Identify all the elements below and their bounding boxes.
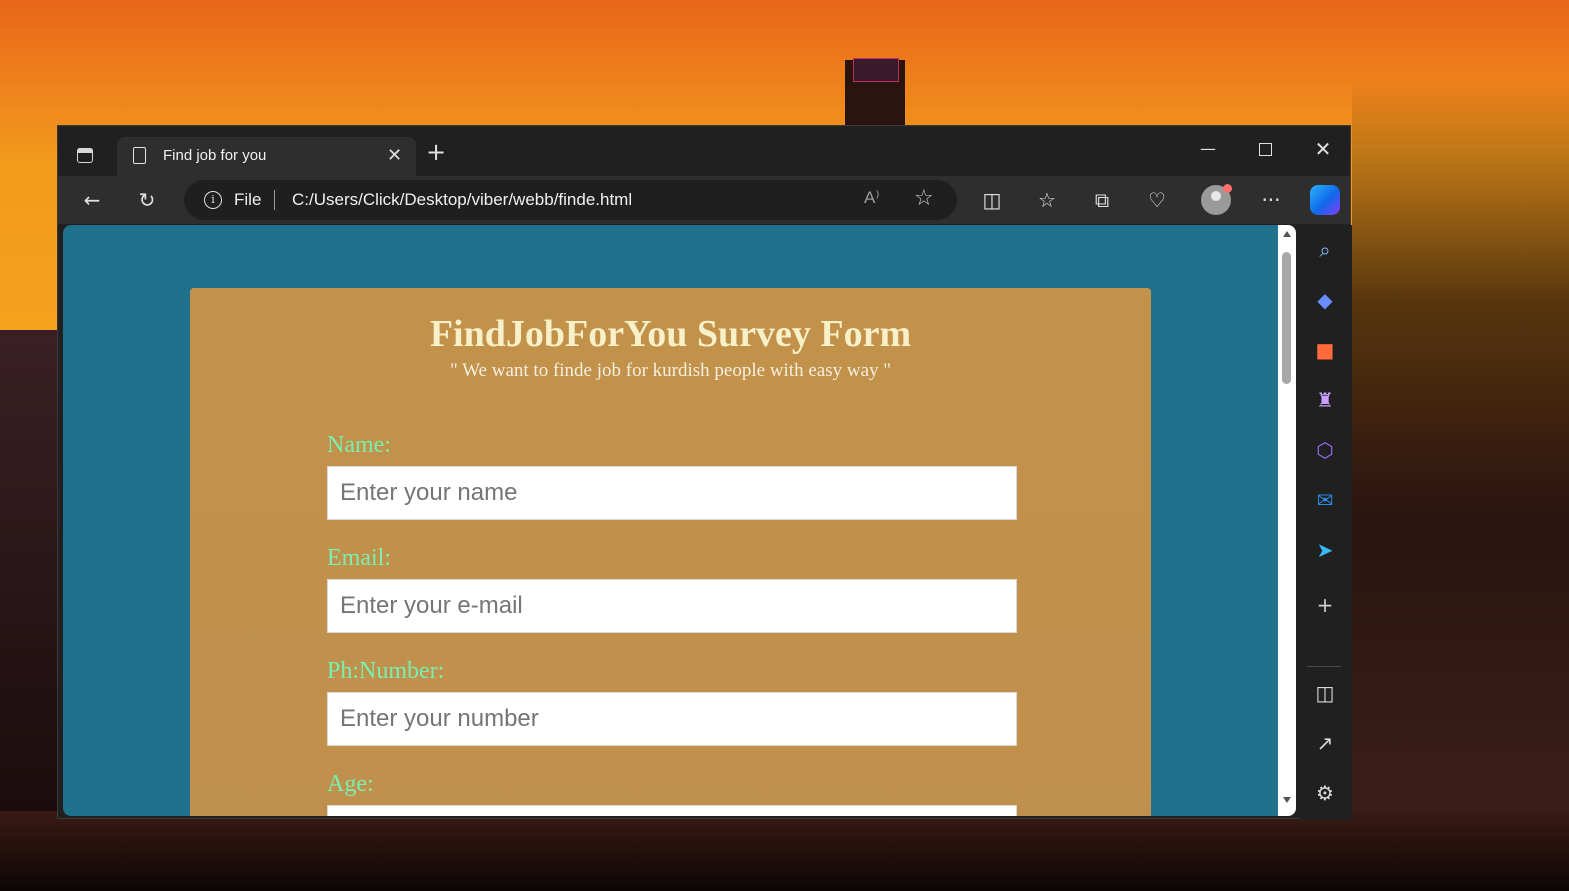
survey-form-card: FindJobForYou Survey Form " We want to f… — [190, 288, 1151, 816]
name-label: Name: — [327, 432, 391, 458]
new-tab-icon[interactable]: + — [426, 140, 446, 164]
favorites-icon[interactable]: ☆ — [1033, 186, 1061, 214]
tab-close-icon[interactable]: ✕ — [387, 145, 402, 166]
edge-sidebar: ⌕ ◆ ■ ♜ ⬡ ✉ ➤ + ◫ ↗ ⚙ — [1299, 225, 1352, 820]
page-viewport: FindJobForYou Survey Form " We want to f… — [63, 225, 1278, 816]
split-screen-icon[interactable]: ◫ — [978, 186, 1006, 214]
shopping-tag-icon[interactable]: ◆ — [1312, 287, 1338, 313]
settings-icon[interactable]: ⚙ — [1312, 780, 1338, 806]
back-arrow-icon[interactable]: ← — [78, 186, 106, 214]
outlook-icon[interactable]: ✉ — [1312, 487, 1338, 513]
desktop-cityscape-left — [0, 330, 60, 820]
scheme-label: File — [234, 190, 262, 209]
scroll-up-arrow-icon[interactable] — [1283, 231, 1291, 237]
form-title: FindJobForYou Survey Form — [429, 313, 912, 355]
age-label: Age: — [327, 771, 374, 797]
open-external-icon[interactable]: ↗ — [1312, 730, 1338, 756]
search-icon[interactable]: ⌕ — [1312, 237, 1338, 263]
address-bar[interactable]: i File C:/Users/Click/Desktop/viber/webb… — [184, 180, 957, 220]
microsoft-365-icon[interactable]: ⬡ — [1312, 437, 1338, 463]
browser-window: Find job for you ✕ + — ✕ ← ↻ i File C:/U… — [57, 125, 1352, 820]
tools-briefcase-icon[interactable]: ■ — [1312, 337, 1338, 363]
games-icon[interactable]: ♜ — [1312, 387, 1338, 413]
minimize-icon[interactable]: — — [1188, 134, 1228, 164]
copilot-icon[interactable] — [1310, 185, 1340, 215]
site-info-icon[interactable]: i — [204, 191, 222, 209]
tab-title: Find job for you — [163, 147, 267, 164]
scroll-thumb[interactable] — [1282, 252, 1291, 384]
sidebar-divider — [1307, 666, 1341, 667]
email-input[interactable] — [327, 579, 1017, 633]
add-favorite-star-icon[interactable]: ☆ — [914, 186, 934, 211]
desktop-tower-top — [853, 58, 899, 82]
title-bar: Find job for you ✕ + — ✕ — [58, 126, 1350, 177]
age-input[interactable] — [327, 805, 1017, 816]
close-window-icon[interactable]: ✕ — [1303, 134, 1343, 164]
navigation-toolbar: ← ↻ i File C:/Users/Click/Desktop/viber/… — [58, 176, 1350, 224]
page-scrollbar[interactable] — [1278, 225, 1296, 816]
add-icon[interactable]: + — [1312, 592, 1338, 618]
collections-icon[interactable]: ⧉ — [1088, 186, 1116, 214]
email-label: Email: — [327, 545, 391, 571]
desktop-palms-right — [1352, 80, 1569, 820]
profile-icon[interactable] — [1201, 184, 1232, 215]
read-aloud-icon[interactable]: A⁾ — [864, 188, 880, 208]
phone-input[interactable] — [327, 692, 1017, 746]
refresh-icon[interactable]: ↻ — [133, 186, 161, 214]
url-text[interactable]: C:/Users/Click/Desktop/viber/webb/finde.… — [292, 190, 632, 210]
desktop-cityscape-bottom — [0, 811, 1569, 891]
phone-label: Ph:Number: — [327, 658, 445, 684]
sidebar-toggle-icon[interactable]: ◫ — [1312, 680, 1338, 706]
page-document-icon — [133, 147, 146, 164]
scroll-down-arrow-icon[interactable] — [1283, 797, 1291, 803]
name-input[interactable] — [327, 466, 1017, 520]
tab-find-job[interactable]: Find job for you ✕ — [117, 137, 416, 177]
form-subtitle: " We want to finde job for kurdish peopl… — [449, 360, 892, 381]
browser-essentials-icon[interactable]: ♡ — [1143, 186, 1171, 214]
tab-actions-icon[interactable] — [74, 144, 98, 168]
send-icon[interactable]: ➤ — [1312, 537, 1338, 563]
address-separator — [274, 190, 275, 210]
maximize-icon[interactable] — [1245, 134, 1285, 164]
more-icon[interactable]: ··· — [1257, 186, 1285, 214]
